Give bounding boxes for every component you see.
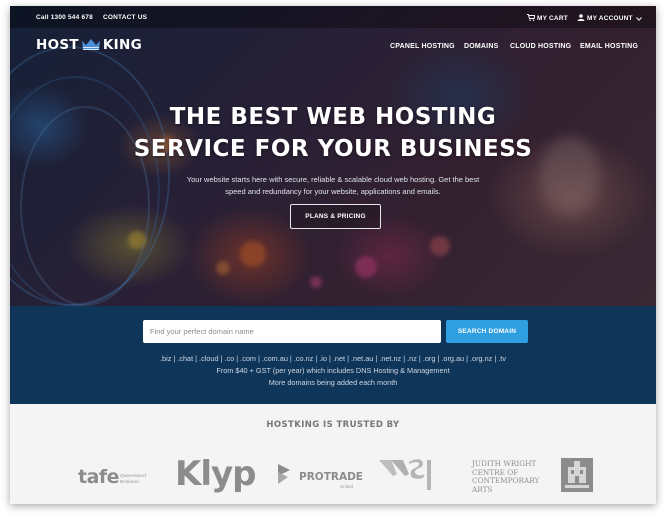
hero-section: Call 1300 544 678 CONTACT US MY CART MY … xyxy=(10,6,656,306)
trusted-by-title: HOSTKING IS TRUSTED BY xyxy=(266,420,400,430)
my-account-link[interactable]: MY ACCOUNT xyxy=(577,14,644,23)
tafe-logo-subtitle: Queensland Brisbane xyxy=(120,474,146,485)
tafe-logo: tafe xyxy=(78,466,120,488)
user-icon xyxy=(577,14,585,23)
protrade-logo: PROTRADE xyxy=(299,471,363,483)
hero-headline-line-2: SERVICE FOR YOUR BUSINESS xyxy=(133,136,533,162)
hero-subtext-line-1: Your website starts here with secure, re… xyxy=(186,175,480,184)
chevron-down-icon xyxy=(635,16,642,23)
search-domain-button[interactable]: SEARCH DOMAIN xyxy=(446,320,528,343)
hostking-logo[interactable]: HOST KING xyxy=(36,37,142,53)
wsp-logo xyxy=(379,456,437,497)
protrade-logo-subtitle: United xyxy=(340,484,354,489)
more-domains-note: More domains being added each month xyxy=(268,378,398,387)
contact-us-link[interactable]: CONTACT US xyxy=(103,14,147,21)
judith-line-4: ARTS xyxy=(472,484,493,494)
my-account-label: MY ACCOUNT xyxy=(587,15,633,22)
nav-item-domains[interactable]: DOMAINS xyxy=(464,43,498,50)
nav-item-cpanel-hosting[interactable]: CPANEL HOSTING xyxy=(390,43,455,50)
judith-wright-centre-logo: JUDITH WRIGHT CENTRE OF CONTEMPORARY ART… xyxy=(472,459,539,494)
phone-link[interactable]: Call 1300 544 678 xyxy=(36,14,93,21)
nav-item-email-hosting[interactable]: EMAIL HOSTING xyxy=(580,43,638,50)
utility-bar: Call 1300 544 678 CONTACT US MY CART MY … xyxy=(10,6,656,28)
nav-item-cloud-hosting[interactable]: CLOUD HOSTING xyxy=(510,43,571,50)
cart-icon xyxy=(527,14,536,23)
hero-headline-line-1: THE BEST WEB HOSTING xyxy=(169,104,497,130)
tafe-sub-line-2: Brisbane xyxy=(120,479,139,485)
crown-icon xyxy=(81,38,101,52)
trusted-by-section: HOSTKING IS TRUSTED BY tafe Queensland B… xyxy=(10,404,656,504)
protrade-logo-mark xyxy=(276,462,298,491)
domain-price-note: From $40 + GST (per year) which includes… xyxy=(216,366,450,375)
domain-search-section: SEARCH DOMAIN .biz | .chat | .cloud | .c… xyxy=(10,306,656,404)
tld-list: .biz | .chat | .cloud | .co | .com | .co… xyxy=(159,354,506,363)
domain-search-input[interactable] xyxy=(143,320,441,343)
hero-subtext-line-2: speed and redundancy for your website, a… xyxy=(225,187,441,196)
brisbane-city-logo xyxy=(561,458,593,492)
logo-text-host: HOST xyxy=(36,37,79,53)
my-cart-label: MY CART xyxy=(537,15,568,22)
logo-text-king: KING xyxy=(102,37,142,53)
tafe-sub-line-1: Queensland xyxy=(120,474,146,479)
my-cart-link[interactable]: MY CART xyxy=(527,14,568,23)
browser-viewport: Call 1300 544 678 CONTACT US MY CART MY … xyxy=(10,6,656,504)
klyp-logo: Klyp xyxy=(175,454,257,494)
plans-pricing-button[interactable]: PLANS & PRICING xyxy=(290,204,381,229)
